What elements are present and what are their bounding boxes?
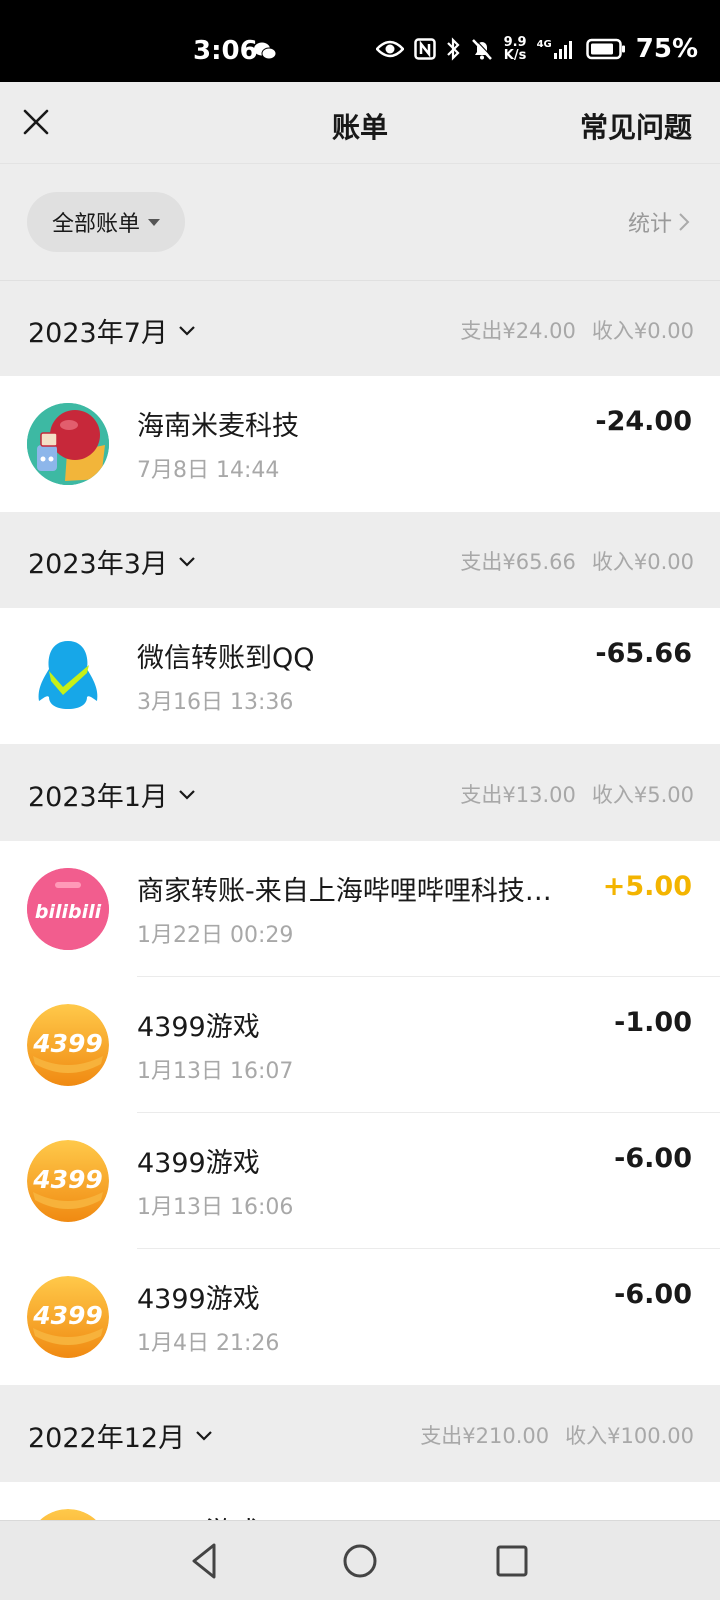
transaction-row[interactable]: 4399 4399游戏 1月4日 21:26 -6.00: [0, 1249, 720, 1385]
transaction-amount: +5.00: [602, 871, 692, 902]
4399-icon: 4399: [27, 1140, 109, 1222]
month-summary: 支出¥210.00 收入¥100.00: [420, 1420, 694, 1450]
transaction-row[interactable]: 海南米麦科技 7月8日 14:44 -24.00: [0, 376, 720, 512]
transaction-row[interactable]: bilibili 商家转账-来自上海哔哩哔哩科技有限公司 1月22日 00:29…: [0, 841, 720, 977]
month-label: 2023年7月: [28, 318, 168, 349]
transaction-name: 商家转账-来自上海哔哩哔哩科技有限公司: [137, 876, 557, 907]
eye-icon: [375, 40, 404, 58]
month-income: 收入¥5.00: [591, 783, 694, 807]
net-speed: 9.9 K/s: [504, 36, 527, 62]
month-summary: 支出¥65.66 收入¥0.00: [460, 546, 694, 576]
month-selector[interactable]: 2023年1月: [28, 775, 196, 814]
status-bar: 3:06 9.9 K/s 4G 75%: [0, 0, 720, 82]
month-expense: 支出¥13.00: [460, 783, 576, 807]
month-income: 收入¥0.00: [591, 550, 694, 574]
transaction-row[interactable]: 微信转账到QQ 3月16日 13:36 -65.66: [0, 608, 720, 744]
chevron-down-icon: [196, 1430, 212, 1441]
stats-label: 统计: [627, 212, 672, 237]
transaction-row[interactable]: 4399 4399游戏: [0, 1482, 720, 1520]
recents-icon[interactable]: [490, 1539, 534, 1583]
chevron-down-icon: [179, 325, 195, 336]
4399-logo-text: 4399: [32, 1029, 103, 1058]
transaction-name: 4399游戏: [137, 1012, 260, 1043]
transaction-amount: -65.66: [595, 638, 692, 669]
month-income: 收入¥0.00: [591, 319, 694, 343]
transaction-amount: -24.00: [595, 406, 692, 437]
month-expense: 支出¥24.00: [460, 319, 576, 343]
transaction-time: 1月22日 00:29: [137, 923, 294, 948]
transaction-amount: -1.00: [614, 1007, 692, 1038]
chevron-down-icon: [179, 789, 195, 800]
signal-group: 4G: [537, 39, 576, 59]
nfc-icon: [413, 38, 436, 60]
filter-row: 全部账单 统计: [0, 164, 720, 281]
bilibili-logo-text: bilibili: [35, 901, 102, 923]
mute-bell-icon: [471, 38, 493, 60]
page-header: 账单 常见问题: [0, 82, 720, 164]
back-icon[interactable]: [184, 1539, 228, 1583]
transaction-amount: -6.00: [614, 1143, 692, 1174]
transaction-time: 1月4日 21:26: [137, 1331, 280, 1356]
bilibili-icon: bilibili: [27, 868, 109, 950]
all-bills-filter[interactable]: 全部账单: [27, 192, 185, 252]
qq-penguin-icon: [27, 635, 109, 717]
transaction-row[interactable]: 4399 4399游戏 1月13日 16:06 -6.00: [0, 1113, 720, 1249]
month-income: 收入¥100.00: [565, 1424, 694, 1448]
caret-down-icon: [148, 218, 160, 226]
month-summary: 支出¥13.00 收入¥5.00: [460, 779, 694, 809]
mimai-app-icon: [27, 403, 109, 485]
month-header[interactable]: 2022年12月 支出¥210.00 收入¥100.00: [0, 1386, 720, 1481]
month-summary: 支出¥24.00 收入¥0.00: [460, 315, 694, 345]
system-nav-bar: [0, 1520, 720, 1600]
bluetooth-icon: [446, 37, 460, 61]
month-selector[interactable]: 2023年3月: [28, 542, 196, 581]
month-expense: 支出¥65.66: [460, 550, 576, 574]
month-selector[interactable]: 2023年7月: [28, 311, 196, 350]
month-label: 2023年1月: [28, 782, 168, 813]
month-header[interactable]: 2023年1月 支出¥13.00 收入¥5.00: [0, 745, 720, 840]
month-label: 2022年12月: [28, 1423, 186, 1454]
chevron-right-icon: [679, 213, 690, 231]
month-expense: 支出¥210.00: [420, 1424, 550, 1448]
transaction-name: 4399游戏: [137, 1284, 260, 1315]
transaction-time: 3月16日 13:36: [137, 690, 294, 715]
transaction-time: 1月13日 16:06: [137, 1195, 294, 1220]
4399-icon: 4399: [27, 1276, 109, 1358]
status-icons: 9.9 K/s 4G 75%: [375, 34, 698, 64]
transaction-amount: -6.00: [614, 1279, 692, 1310]
stats-link[interactable]: 统计: [628, 206, 690, 238]
battery-icon: [586, 38, 625, 60]
chevron-down-icon: [179, 556, 195, 567]
month-header[interactable]: 2023年7月 支出¥24.00 收入¥0.00: [0, 281, 720, 376]
battery-percent: 75%: [635, 34, 698, 64]
4399-icon: 4399: [27, 1509, 109, 1520]
4399-logo-text: 4399: [32, 1165, 103, 1194]
transaction-name: 4399游戏: [137, 1148, 260, 1179]
month-label: 2023年3月: [28, 549, 168, 580]
status-time: 3:06: [193, 36, 258, 66]
transaction-row[interactable]: 4399 4399游戏 1月13日 16:07 -1.00: [0, 977, 720, 1113]
signal-icon: [553, 41, 572, 59]
month-selector[interactable]: 2022年12月: [28, 1416, 213, 1455]
transaction-list: bilibili 商家转账-来自上海哔哩哔哩科技有限公司 1月22日 00:29…: [0, 841, 720, 1385]
transaction-time: 1月13日 16:07: [137, 1059, 294, 1084]
transaction-list: 微信转账到QQ 3月16日 13:36 -65.66: [0, 608, 720, 744]
transaction-time: 7月8日 14:44: [137, 458, 280, 483]
4399-logo-text: 4399: [32, 1301, 103, 1330]
net-speed-unit: K/s: [503, 48, 527, 63]
transaction-list: 海南米麦科技 7月8日 14:44 -24.00: [0, 376, 720, 512]
transaction-name: 4399游戏: [137, 1510, 260, 1520]
transaction-name: 海南米麦科技: [137, 411, 299, 442]
wechat-notification-icon: [254, 42, 276, 60]
month-header[interactable]: 2023年3月 支出¥65.66 收入¥0.00: [0, 512, 720, 607]
4399-icon: 4399: [27, 1004, 109, 1086]
home-icon[interactable]: [338, 1539, 382, 1583]
transaction-name: 微信转账到QQ: [137, 643, 315, 674]
all-bills-label: 全部账单: [51, 212, 140, 237]
transaction-list: 4399 4399游戏: [0, 1482, 720, 1520]
network-type: 4G: [536, 39, 552, 50]
faq-link[interactable]: 常见问题: [580, 106, 692, 146]
